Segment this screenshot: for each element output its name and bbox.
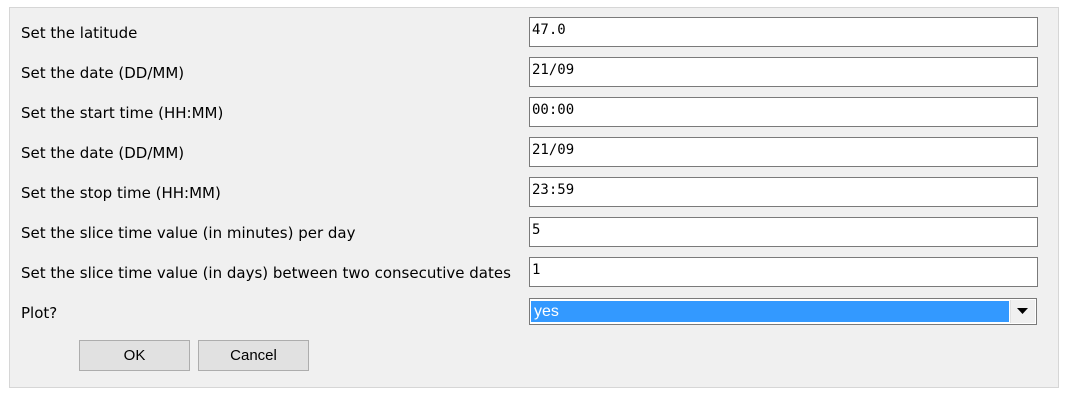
slice-minutes-label: Set the slice time value (in minutes) pe… (21, 224, 356, 242)
start-date-input[interactable]: 21/09 (529, 57, 1038, 87)
ok-button[interactable]: OK (79, 340, 190, 371)
latitude-input[interactable]: 47.0 (529, 17, 1038, 47)
slice-days-label: Set the slice time value (in days) betwe… (21, 264, 511, 282)
stop-time-input[interactable]: 23:59 (529, 177, 1038, 207)
plot-selected-value: yes (531, 301, 1009, 322)
plot-label: Plot? (21, 304, 58, 322)
chevron-down-icon (1017, 308, 1028, 314)
slice-days-input[interactable]: 1 (529, 257, 1038, 287)
slice-minutes-input[interactable]: 5 (529, 217, 1038, 247)
start-time-input[interactable]: 00:00 (529, 97, 1038, 127)
start-time-label: Set the start time (HH:MM) (21, 104, 224, 122)
plot-select[interactable]: yes (529, 298, 1037, 325)
latitude-label: Set the latitude (21, 24, 138, 42)
stop-time-label: Set the stop time (HH:MM) (21, 184, 221, 202)
start-date-label: Set the date (DD/MM) (21, 64, 185, 82)
stop-date-label: Set the date (DD/MM) (21, 144, 185, 162)
dropdown-button[interactable] (1010, 300, 1035, 323)
cancel-button[interactable]: Cancel (198, 340, 309, 371)
stop-date-input[interactable]: 21/09 (529, 137, 1038, 167)
